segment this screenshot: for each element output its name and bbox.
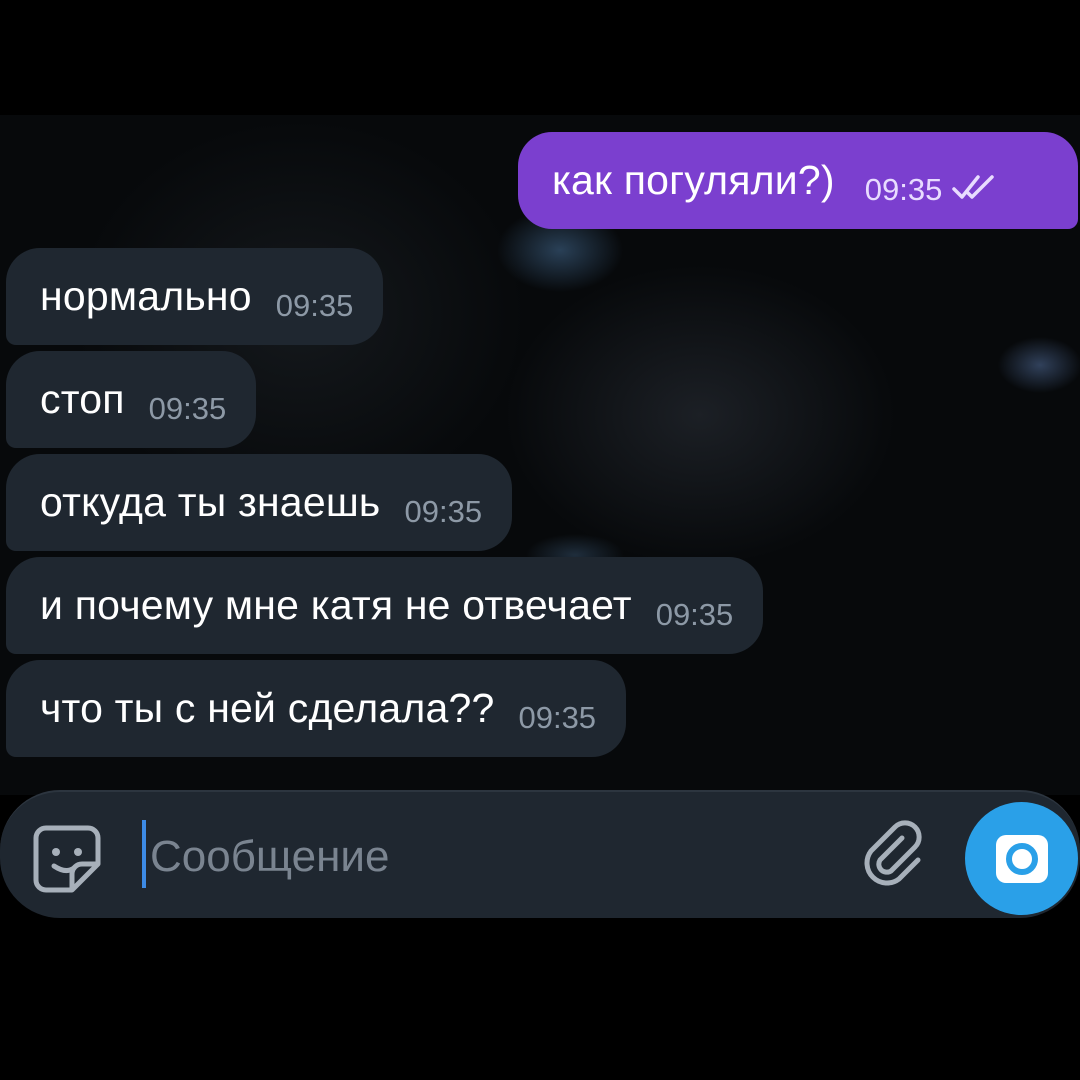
incoming-message[interactable]: стоп 09:35 [6, 351, 257, 448]
message-time: 09:35 [655, 596, 734, 632]
message-text: как погуляли?) [552, 157, 835, 203]
message-time: 09:35 [518, 699, 597, 735]
message-time: 09:35 [864, 171, 943, 207]
message-text: нормально [40, 273, 252, 319]
double-check-icon [952, 173, 1000, 206]
message-composer [0, 790, 1080, 918]
message-text: что ты с ней сделала?? [40, 685, 495, 731]
text-cursor [142, 820, 146, 888]
message-text: и почему мне катя не отвечает [40, 582, 632, 628]
incoming-message[interactable]: откуда ты знаешь 09:35 [6, 454, 513, 551]
incoming-message[interactable]: нормально 09:35 [6, 248, 384, 345]
message-input[interactable] [148, 816, 832, 898]
camera-icon [995, 834, 1048, 883]
incoming-message[interactable]: что ты с ней сделала?? 09:35 [6, 660, 627, 757]
message-time: 09:35 [404, 493, 483, 529]
sticker-icon[interactable] [32, 824, 102, 894]
paperclip-icon[interactable] [858, 816, 928, 886]
message-text: стоп [40, 376, 125, 422]
message-text: откуда ты знаешь [40, 479, 381, 525]
camera-button[interactable] [965, 802, 1078, 915]
message-time: 09:35 [148, 390, 227, 426]
outgoing-message[interactable]: как погуляли?) 09:35 [518, 132, 1078, 229]
incoming-message[interactable]: и почему мне катя не отвечает 09:35 [6, 557, 764, 654]
message-time: 09:35 [275, 287, 354, 323]
